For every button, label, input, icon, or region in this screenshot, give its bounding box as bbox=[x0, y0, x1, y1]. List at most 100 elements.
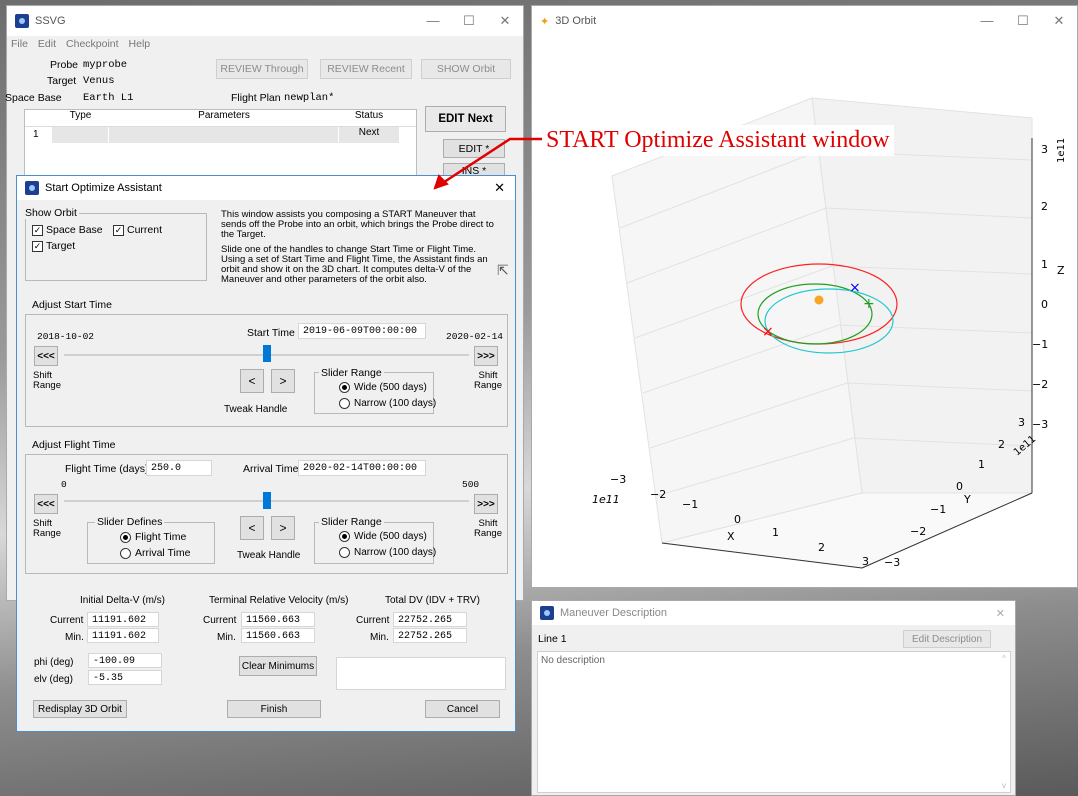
z-tick: 3 bbox=[1041, 143, 1048, 156]
info-text: This window assists you composing a STAR… bbox=[221, 210, 499, 285]
line-label: Line 1 bbox=[538, 633, 567, 645]
soa-window: Start Optimize Assistant ✕ Show Orbit ✓ S… bbox=[16, 175, 516, 732]
col-type[interactable]: Type bbox=[52, 110, 109, 126]
menu-checkpoint[interactable]: Checkpoint bbox=[66, 38, 119, 50]
maneuver-app-icon bbox=[540, 606, 554, 620]
z-tick: −1 bbox=[1032, 338, 1048, 351]
flight-narrow-radio[interactable]: Narrow (100 days) bbox=[339, 547, 436, 558]
x-tick: 0 bbox=[734, 513, 741, 526]
description-textarea[interactable]: No description ^ v bbox=[537, 651, 1011, 793]
close-icon[interactable]: ✕ bbox=[996, 607, 1005, 620]
close-icon[interactable]: ✕ bbox=[1041, 13, 1077, 29]
flight-shift-left-button[interactable]: <<< bbox=[34, 494, 58, 514]
maximize-icon[interactable]: ☐ bbox=[451, 13, 487, 29]
clear-minimums-button[interactable]: Clear Minimums bbox=[239, 656, 317, 676]
row-type bbox=[52, 127, 109, 143]
review-recent-button[interactable]: REVIEW Recent bbox=[320, 59, 412, 79]
start-slider-range-label: Slider Range bbox=[319, 367, 384, 379]
y-axis-label: Y bbox=[963, 493, 971, 506]
flight-time-field[interactable]: 250.0 bbox=[146, 460, 212, 476]
chk-target[interactable]: ✓ Target bbox=[32, 240, 75, 252]
menu-file[interactable]: File bbox=[11, 38, 28, 50]
finish-button[interactable]: Finish bbox=[227, 700, 321, 718]
start-time-field[interactable]: 2019-06-09T00:00:00 bbox=[298, 323, 426, 339]
flight-wide-label: Wide (500 days) bbox=[354, 531, 427, 542]
idv-min-field: 11191.602 bbox=[87, 628, 159, 643]
minimize-icon[interactable]: — bbox=[969, 13, 1005, 29]
flight-min-label: 0 bbox=[61, 479, 67, 490]
start-wide-label: Wide (500 days) bbox=[354, 382, 427, 393]
elv-field: -5.35 bbox=[88, 670, 162, 685]
annotation-callout: START Optimize Assistant window bbox=[542, 125, 894, 156]
x-tick: 3 bbox=[862, 555, 869, 568]
start-shift-right-button[interactable]: >>> bbox=[474, 346, 498, 366]
description-text: No description bbox=[541, 655, 605, 666]
x-tick: 1 bbox=[772, 526, 779, 539]
orbit3d-titlebar[interactable]: ✦ 3D Orbit — ☐ ✕ bbox=[532, 6, 1077, 36]
x-tick: −1 bbox=[682, 498, 698, 511]
radio-unselected-icon bbox=[120, 547, 131, 559]
review-through-button[interactable]: REVIEW Through bbox=[216, 59, 308, 79]
maximize-icon[interactable]: ☐ bbox=[1005, 13, 1041, 29]
chk-target-label: Target bbox=[46, 240, 76, 252]
trv-label: Terminal Relative Velocity (m/s) bbox=[209, 595, 349, 606]
flight-shift-right-button[interactable]: >>> bbox=[474, 494, 498, 514]
maneuver-title: Maneuver Description bbox=[560, 607, 667, 619]
menu-edit[interactable]: Edit bbox=[38, 38, 56, 50]
phi-field: -100.09 bbox=[88, 653, 162, 668]
flight-wide-radio[interactable]: Wide (500 days) bbox=[339, 531, 427, 542]
scroll-down-icon[interactable]: v bbox=[1002, 781, 1006, 790]
start-slider-handle[interactable] bbox=[262, 345, 271, 362]
def-flight-label: Flight Time bbox=[135, 531, 187, 543]
start-tweak-right-button[interactable]: > bbox=[271, 369, 295, 393]
def-arrival-radio[interactable]: Arrival Time bbox=[120, 547, 190, 559]
radio-selected-icon bbox=[339, 382, 350, 393]
col-parameters[interactable]: Parameters bbox=[109, 110, 339, 126]
cancel-button[interactable]: Cancel bbox=[425, 700, 500, 718]
flight-slider-range-label: Slider Range bbox=[319, 516, 384, 528]
redisplay-3d-orbit-button[interactable]: Redisplay 3D Orbit bbox=[33, 700, 127, 718]
trv-current-field: 11560.663 bbox=[241, 612, 315, 627]
orbit3d-plot[interactable]: × × + Z 1e11 3 2 1 0 −1 −2 −3 −3 −2 −1 0… bbox=[532, 38, 1077, 588]
edit-description-button[interactable]: Edit Description bbox=[903, 630, 991, 648]
adjust-flight-label: Adjust Flight Time bbox=[32, 439, 116, 451]
checkbox-checked-icon: ✓ bbox=[32, 240, 43, 252]
orbit3d-window: ✦ 3D Orbit — ☐ ✕ × × + Z 1e11 3 2 1 0 −1 −… bbox=[531, 5, 1078, 588]
flight-slider-handle[interactable] bbox=[262, 492, 271, 509]
minimize-icon[interactable]: — bbox=[415, 13, 451, 29]
trv-min-label: Min. bbox=[217, 632, 236, 643]
chk-space-base[interactable]: ✓ Space Base bbox=[32, 224, 103, 236]
show-orbit-button[interactable]: SHOW Orbit bbox=[421, 59, 511, 79]
radio-unselected-icon bbox=[339, 398, 350, 409]
flight-tweak-left-button[interactable]: < bbox=[240, 516, 264, 540]
chk-current[interactable]: ✓ Current bbox=[113, 224, 162, 236]
z-tick: 2 bbox=[1041, 200, 1048, 213]
start-min-label: 2018-10-02 bbox=[37, 331, 95, 342]
scroll-up-icon[interactable]: ^ bbox=[1002, 654, 1006, 663]
ssvg-titlebar[interactable]: SSVG — ☐ ✕ bbox=[7, 6, 523, 36]
z-tick: 1 bbox=[1041, 258, 1048, 271]
start-wide-radio[interactable]: Wide (500 days) bbox=[339, 382, 427, 393]
close-icon[interactable]: ✕ bbox=[487, 13, 523, 29]
z-exponent: 1e11 bbox=[1056, 138, 1067, 163]
flight-tweak-right-button[interactable]: > bbox=[271, 516, 295, 540]
elv-label: elv (deg) bbox=[34, 674, 73, 685]
space-base-value: Earth L1 bbox=[83, 92, 134, 104]
start-shift-left-button[interactable]: <<< bbox=[34, 346, 58, 366]
orbit3d-app-icon: ✦ bbox=[540, 15, 550, 28]
menu-help[interactable]: Help bbox=[129, 38, 151, 50]
flight-plan-label: Flight Plan bbox=[231, 92, 281, 104]
y-tick: −3 bbox=[884, 556, 900, 569]
arrival-time-label: Arrival Time bbox=[243, 463, 299, 475]
y-tick: 1 bbox=[978, 458, 985, 471]
start-tweak-left-button[interactable]: < bbox=[240, 369, 264, 393]
start-narrow-radio[interactable]: Narrow (100 days) bbox=[339, 398, 436, 409]
def-flight-radio[interactable]: Flight Time bbox=[120, 531, 186, 543]
annotation-arrow bbox=[433, 137, 542, 190]
col-status[interactable]: Status bbox=[339, 110, 399, 126]
chk-current-label: Current bbox=[127, 224, 163, 236]
table-row[interactable]: 1 Next bbox=[25, 127, 416, 143]
maneuver-titlebar[interactable]: Maneuver Description ✕ bbox=[532, 601, 1015, 625]
arrival-time-field[interactable]: 2020-02-14T00:00:00 bbox=[298, 460, 426, 476]
soa-title: Start Optimize Assistant bbox=[45, 182, 162, 194]
